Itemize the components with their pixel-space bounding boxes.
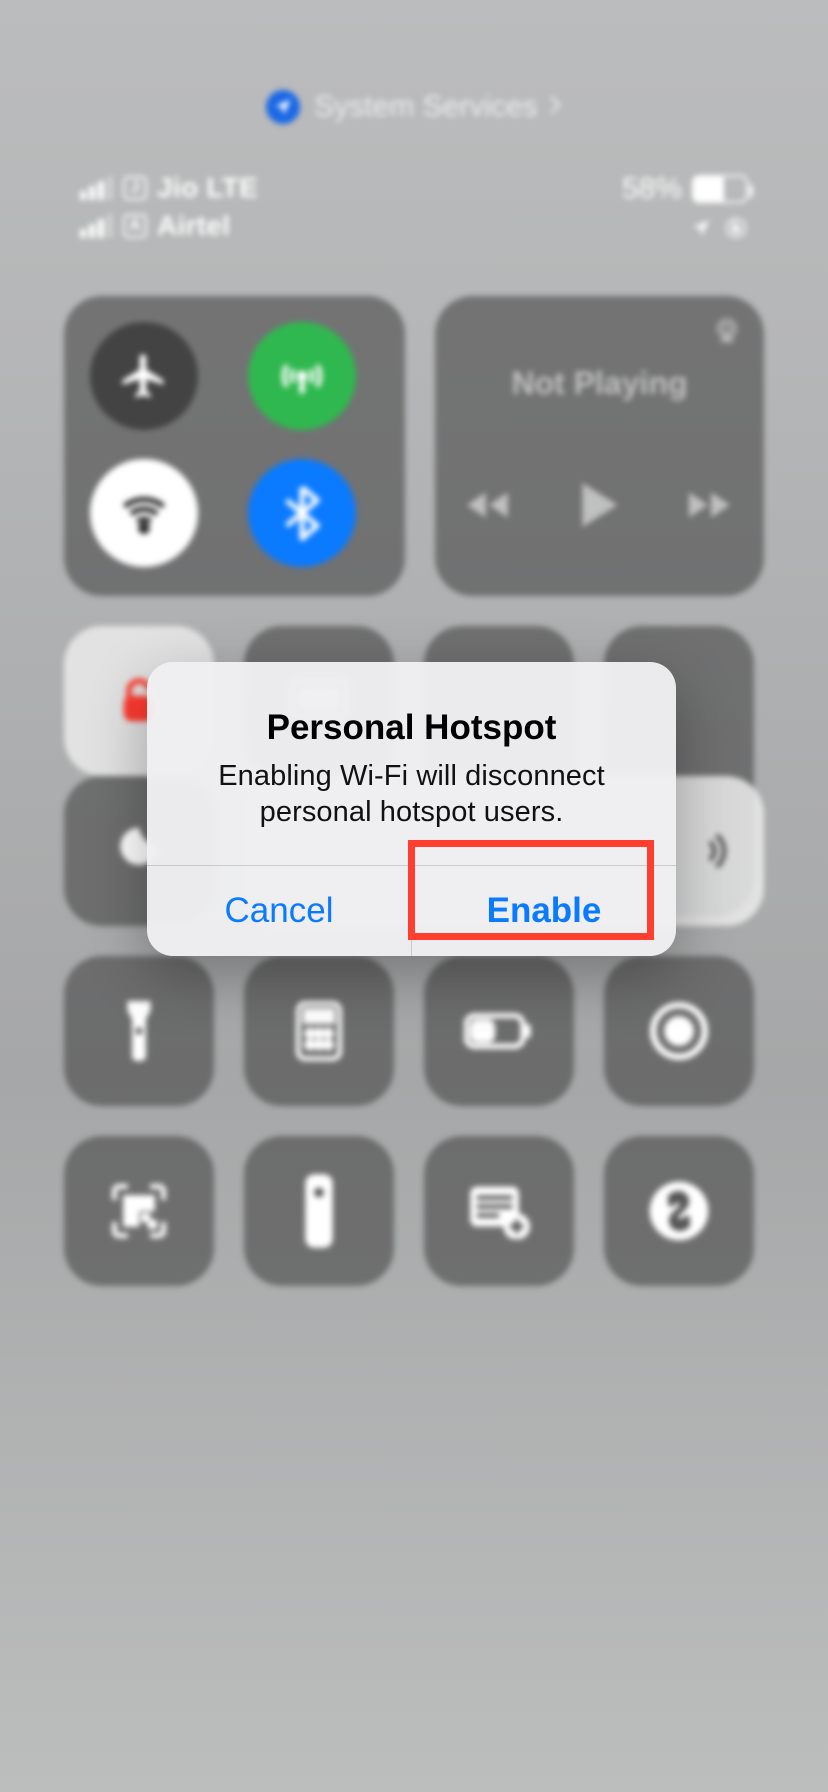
hotspot-alert: Personal Hotspot Enabling Wi-Fi will dis… [147, 662, 676, 956]
cancel-button[interactable]: Cancel [147, 866, 411, 956]
enable-button[interactable]: Enable [412, 866, 676, 956]
alert-message: Enabling Wi-Fi will disconnect personal … [177, 758, 646, 831]
alert-title: Personal Hotspot [177, 708, 646, 748]
